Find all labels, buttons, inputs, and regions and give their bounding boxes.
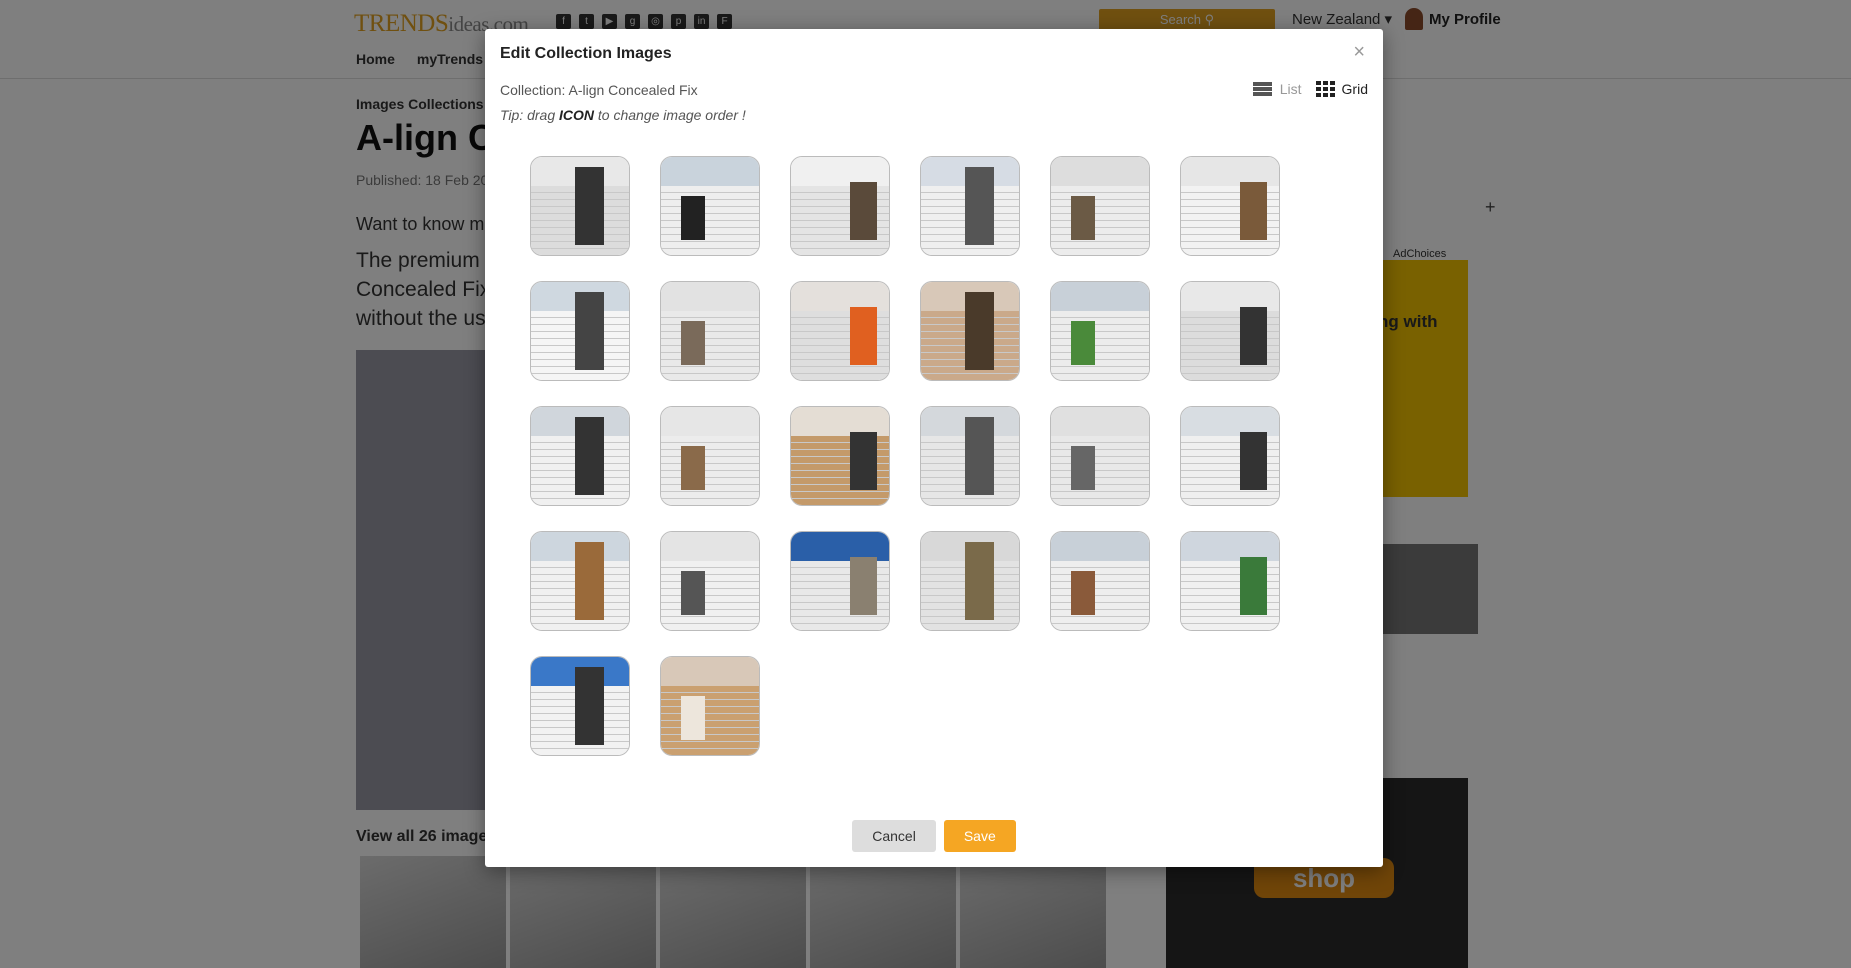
thumb-detail [1239, 181, 1268, 241]
thumb-detail [1070, 446, 1096, 491]
tip-icon-word: ICON [559, 107, 595, 123]
grid-label: Grid [1341, 81, 1368, 97]
collection-image-thumb[interactable] [530, 656, 630, 756]
collection-image-thumb[interactable] [920, 156, 1020, 256]
thumb-detail [849, 181, 878, 241]
thumb-detail [965, 166, 995, 246]
thumb-wall [661, 311, 759, 380]
collection-image-thumb[interactable] [530, 531, 630, 631]
thumb-wall [1051, 436, 1149, 505]
thumb-detail [575, 666, 605, 746]
thumb-wall [661, 686, 759, 755]
collection-image-thumb[interactable] [790, 281, 890, 381]
modal-footer: Cancel Save [485, 820, 1383, 852]
thumb-detail [1070, 196, 1096, 241]
collection-image-thumb[interactable] [1050, 531, 1150, 631]
thumb-detail [965, 291, 995, 371]
collection-image-thumb[interactable] [660, 406, 760, 506]
thumb-detail [680, 446, 706, 491]
thumb-detail [575, 291, 605, 371]
thumb-detail [680, 321, 706, 366]
collection-image-thumb[interactable] [790, 156, 890, 256]
collection-image-thumb[interactable] [530, 406, 630, 506]
list-icon [1252, 82, 1272, 96]
modal-title: Edit Collection Images [500, 45, 672, 62]
tip-prefix: Tip: drag [500, 107, 560, 123]
thumb-detail [965, 541, 995, 621]
list-view-button[interactable]: List [1252, 81, 1302, 97]
collection-image-thumb[interactable] [790, 531, 890, 631]
thumb-detail [680, 196, 706, 241]
collection-image-thumb[interactable] [660, 156, 760, 256]
thumb-wall [661, 561, 759, 630]
thumb-detail [1070, 321, 1096, 366]
collection-image-thumb[interactable] [530, 156, 630, 256]
close-icon[interactable]: × [1353, 41, 1365, 64]
collection-label: Collection: A-lign Concealed Fix [500, 82, 698, 98]
thumb-detail [1070, 571, 1096, 616]
thumb-wall [661, 186, 759, 255]
collection-image-thumb[interactable] [660, 531, 760, 631]
thumb-detail [1239, 556, 1268, 616]
collection-image-thumb[interactable] [1180, 531, 1280, 631]
thumb-detail [1239, 306, 1268, 366]
collection-image-thumb[interactable] [1180, 406, 1280, 506]
thumb-detail [849, 306, 878, 366]
thumb-wall [661, 436, 759, 505]
collection-image-thumb[interactable] [660, 281, 760, 381]
collection-image-thumb[interactable] [920, 406, 1020, 506]
view-toggle: List Grid [1252, 81, 1368, 97]
collection-image-thumb[interactable] [1050, 156, 1150, 256]
thumb-detail [1239, 431, 1268, 491]
thumb-detail [680, 571, 706, 616]
thumb-detail [575, 166, 605, 246]
thumb-detail [849, 556, 878, 616]
grid-view-button[interactable]: Grid [1315, 81, 1368, 97]
collection-image-thumb[interactable] [1050, 406, 1150, 506]
image-grid [530, 156, 1290, 756]
thumb-wall [1051, 561, 1149, 630]
thumb-detail [849, 431, 878, 491]
thumb-detail [575, 416, 605, 496]
thumb-detail [575, 541, 605, 621]
collection-image-thumb[interactable] [1050, 281, 1150, 381]
grid-icon [1315, 81, 1335, 97]
thumb-detail [965, 416, 995, 496]
collection-image-thumb[interactable] [1180, 281, 1280, 381]
thumb-wall [1051, 311, 1149, 380]
list-label: List [1279, 81, 1302, 97]
cancel-button[interactable]: Cancel [852, 820, 936, 852]
drag-tip: Tip: drag ICON to change image order ! [500, 107, 746, 123]
save-button[interactable]: Save [943, 820, 1016, 852]
collection-image-thumb[interactable] [920, 281, 1020, 381]
edit-collection-modal: Edit Collection Images × Collection: A-l… [485, 29, 1383, 867]
collection-image-thumb[interactable] [920, 531, 1020, 631]
collection-image-thumb[interactable] [660, 656, 760, 756]
collection-image-thumb[interactable] [1180, 156, 1280, 256]
tip-suffix: to change image order ! [594, 107, 746, 123]
thumb-wall [1051, 186, 1149, 255]
collection-image-thumb[interactable] [530, 281, 630, 381]
collection-image-thumb[interactable] [790, 406, 890, 506]
thumb-detail [680, 696, 706, 741]
